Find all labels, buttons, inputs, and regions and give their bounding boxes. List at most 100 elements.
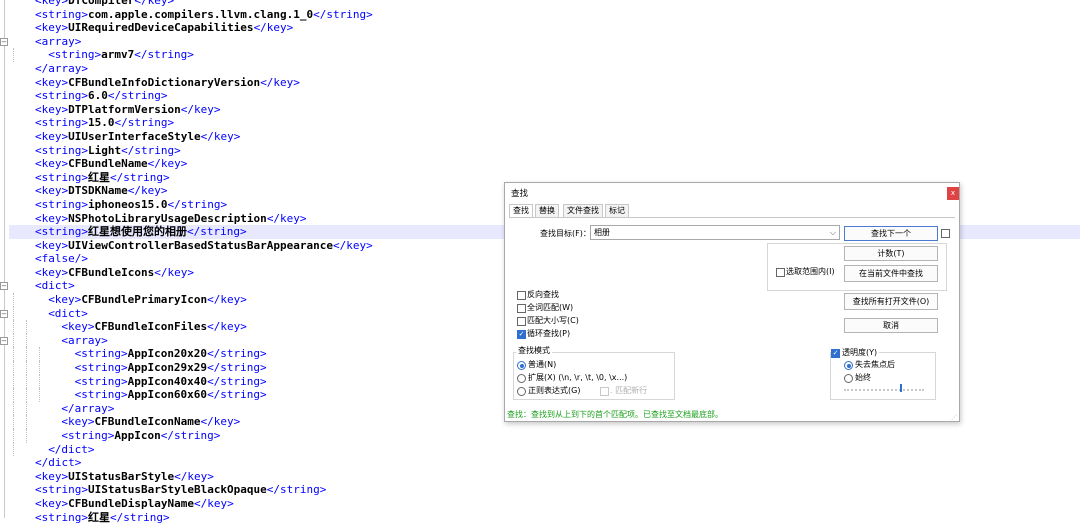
code-line-text: </dict>	[9, 443, 94, 456]
xml-text: 红星	[87, 170, 110, 184]
code-line-text: <key>CFBundleIconName</key>	[9, 415, 240, 428]
code-line-text: <string>AppIcon</string>	[9, 429, 220, 442]
code-line[interactable]: </dict>	[9, 442, 1080, 457]
xml-tag: </string>	[109, 510, 170, 524]
find-dialog: 查找 x 查找 替换 文件查找 标记 查找目标(F)： 相册 ⌵ 查找下一个 计…	[504, 182, 960, 422]
indent-guide	[13, 374, 14, 389]
transparency-on-lose-focus-radio[interactable]	[844, 361, 853, 370]
xml-text: UIStatusBarStyle	[68, 469, 175, 483]
transparency-slider-thumb[interactable]	[900, 384, 902, 392]
code-line-text: <key>CFBundlePrimaryIcon</key>	[9, 293, 247, 306]
code-line-text: <string>AppIcon20x20</string>	[9, 347, 267, 360]
code-line[interactable]: <key>CFBundleDisplayName</key>	[9, 497, 1080, 511]
xml-tag: <string>	[74, 388, 128, 402]
xml-tag: <dict>	[48, 306, 88, 320]
xml-tag: <array>	[61, 333, 108, 347]
code-line-text: <key>UIUserInterfaceStyle</key>	[9, 130, 240, 143]
fold-toggle-icon[interactable]: −	[0, 282, 8, 291]
code-line[interactable]: <string>Light</string>	[9, 144, 1080, 158]
code-line-text: <string>AppIcon60x60</string>	[9, 388, 267, 401]
fold-toggle-icon[interactable]: −	[0, 309, 8, 318]
xml-tag: </key>	[200, 129, 241, 143]
code-line[interactable]: <key>UIUserInterfaceStyle</key>	[9, 130, 1080, 144]
indent-guide	[13, 388, 14, 402]
code-line-text: <string>15.0</string>	[9, 116, 174, 129]
code-line[interactable]: <key>DTPlatformVersion</key>	[9, 103, 1080, 117]
code-line[interactable]: <string>15.0</string>	[9, 116, 1080, 130]
chevron-down-icon[interactable]: ⌵	[830, 226, 836, 239]
mode-normal-radio[interactable]	[517, 361, 526, 370]
xml-tag: </key>	[134, 0, 175, 7]
code-line[interactable]: − <array>	[0, 35, 1080, 49]
code-line-text: <dict>	[9, 279, 75, 292]
cancel-button[interactable]: 取消	[844, 318, 938, 333]
code-line[interactable]: <key>CFBundleInfoDictionaryVersion</key>	[9, 76, 1080, 90]
code-line-text: <key>UIViewControllerBasedStatusBarAppea…	[9, 239, 373, 252]
status-message: 查找：查找到从上到下的首个匹配项。已查找至文档最底部。	[507, 410, 723, 419]
xml-tag: <key>	[35, 211, 69, 225]
count-button[interactable]: 计数(T)	[844, 246, 938, 261]
code-line[interactable]: <key>CFBundleName</key>	[9, 157, 1080, 171]
code-line-text: <array>	[9, 333, 108, 347]
xml-tag: <string>	[35, 483, 88, 497]
xml-tag: </key>	[260, 75, 300, 89]
dot-matches-newline-label: . 匹配新行	[610, 386, 648, 395]
xml-tag: </key>	[147, 157, 188, 171]
tab-mark[interactable]: 标记	[605, 204, 629, 217]
code-line[interactable]: <string>AppIcon</string>	[9, 429, 1080, 443]
code-line-text: <string>红星</string>	[9, 171, 170, 184]
transparency-checkbox[interactable]: ✓	[831, 349, 840, 358]
transparency-slider-track[interactable]	[844, 389, 924, 391]
transparency-on-lose-focus-label: 失去焦点后	[855, 360, 895, 369]
backward-search-checkbox[interactable]	[517, 291, 526, 300]
search-mode-title: 查找模式	[516, 346, 552, 356]
xml-text: CFBundleInfoDictionaryVersion	[68, 75, 261, 89]
in-selection-checkbox[interactable]	[776, 268, 785, 277]
whole-word-checkbox[interactable]	[517, 304, 526, 313]
mode-regex-radio[interactable]	[517, 387, 526, 396]
find-target-input[interactable]: 相册 ⌵	[590, 225, 840, 240]
wrap-around-checkbox[interactable]: ✓	[517, 330, 526, 339]
xml-tag: <key>	[35, 469, 69, 483]
code-line[interactable]: <string>armv7</string>	[9, 48, 1080, 62]
xml-tag: <string>	[74, 361, 128, 375]
xml-tag: </string>	[114, 116, 175, 130]
code-line[interactable]: <key>UIRequiredDeviceCapabilities</key>	[9, 21, 1080, 35]
match-case-checkbox[interactable]	[517, 317, 526, 326]
code-line[interactable]: <key>UIStatusBarStyle</key>	[9, 470, 1080, 484]
code-line-text: <string>UIStatusBarStyleBlackOpaque</str…	[9, 483, 326, 496]
code-line[interactable]: </dict>	[9, 456, 1080, 470]
code-line[interactable]: <key>DTCompiler</key>	[9, 0, 1080, 8]
xml-text: UIUserInterfaceStyle	[68, 129, 201, 143]
xml-tag: <string>	[74, 374, 128, 388]
find-next-button[interactable]: 查找下一个	[844, 226, 938, 241]
transparency-always-label: 始终	[855, 373, 871, 382]
fold-toggle-icon[interactable]: −	[0, 37, 8, 46]
code-line[interactable]: <string>com.apple.compilers.llvm.clang.1…	[9, 8, 1080, 22]
indent-guide	[26, 374, 28, 389]
code-line-text: <array>	[9, 35, 81, 48]
resize-grip-icon[interactable]: ⋰	[951, 414, 957, 421]
find-in-current-file-button[interactable]: 在当前文件中查找	[844, 265, 938, 282]
close-button[interactable]: x	[947, 187, 959, 200]
xml-tag: </string>	[109, 170, 170, 184]
fold-toggle-icon[interactable]: −	[0, 336, 8, 345]
xml-tag: <key>	[35, 21, 69, 35]
transparency-always-radio[interactable]	[844, 374, 853, 383]
tab-find[interactable]: 查找	[509, 204, 533, 217]
dot-matches-newline-checkbox[interactable]	[600, 387, 609, 396]
find-next-option-checkbox[interactable]	[941, 229, 950, 238]
xml-tag: </string>	[207, 374, 267, 388]
code-line[interactable]: </array>	[9, 62, 1080, 76]
xml-tag: </string>	[207, 347, 267, 361]
xml-text: CFBundleDisplayName	[68, 496, 194, 510]
match-case-label: 匹配大小写(C)	[527, 316, 579, 325]
find-all-open-files-button[interactable]: 查找所有打开文件(O)	[844, 293, 938, 310]
tab-replace[interactable]: 替换	[535, 204, 559, 217]
xml-tag: </string>	[207, 361, 267, 375]
tab-find-in-files[interactable]: 文件查找	[563, 204, 603, 217]
code-line[interactable]: <string>红星</string>	[9, 511, 1080, 524]
code-line[interactable]: <string>UIStatusBarStyleBlackOpaque</str…	[9, 483, 1080, 497]
mode-extended-radio[interactable]	[517, 374, 526, 383]
code-line[interactable]: <string>6.0</string>	[9, 89, 1080, 103]
